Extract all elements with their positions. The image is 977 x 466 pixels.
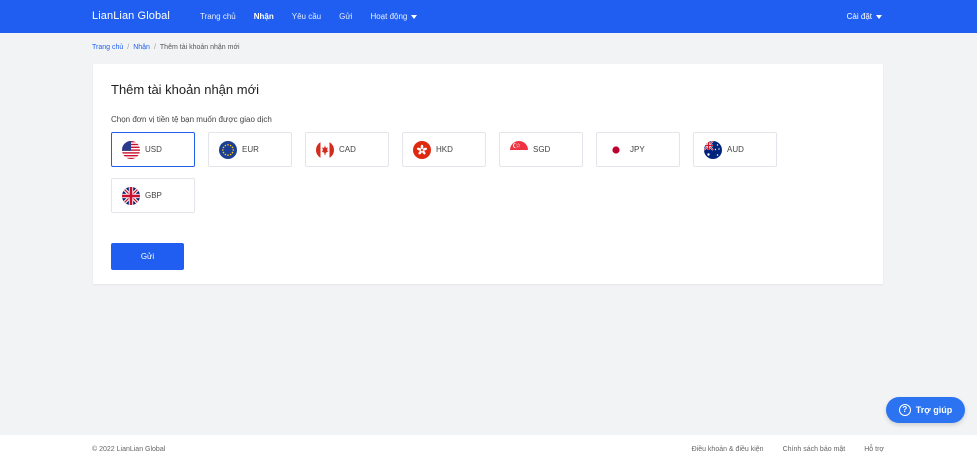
australia-flag-icon (704, 140, 722, 159)
submit-button[interactable]: Gửi (111, 243, 184, 270)
breadcrumb-separator: / (127, 44, 130, 51)
currency-option-hkd[interactable]: HKD (402, 132, 486, 167)
currency-prompt: Chọn đơn vị tiền tệ bạn muốn được giao d… (111, 115, 272, 124)
canada-flag-icon (316, 140, 334, 159)
currency-option-jpy[interactable]: JPY (596, 132, 680, 167)
currency-code: SGD (533, 145, 551, 154)
footer-link-privacy[interactable]: Chính sách bảo mật (783, 446, 846, 453)
top-navbar: LianLian Global Trang chủ Nhận Yêu cầu G… (0, 0, 977, 33)
currency-code: GBP (145, 191, 162, 200)
copyright: © 2022 LianLian Global (92, 446, 166, 453)
nav-request[interactable]: Yêu cầu (283, 0, 330, 33)
settings-menu[interactable]: Cài đặt (847, 0, 882, 33)
help-label: Trợ giúp (915, 405, 953, 415)
uk-flag-icon (122, 186, 140, 205)
breadcrumb-receive[interactable]: Nhận (133, 44, 150, 51)
breadcrumb: Trang chủ / Nhận / Thêm tài khoản nhận mới (92, 44, 240, 51)
settings-label: Cài đặt (846, 12, 872, 21)
nav-activity[interactable]: Hoạt động (361, 0, 426, 33)
nav-activity-label: Hoạt động (370, 12, 408, 21)
eu-flag-icon (219, 140, 237, 159)
singapore-flag-icon (510, 140, 528, 159)
currency-code: HKD (436, 145, 453, 154)
breadcrumb-current: Thêm tài khoản nhận mới (159, 44, 240, 51)
question-icon: ? (898, 404, 911, 416)
currency-option-eur[interactable]: EUR (208, 132, 292, 167)
japan-flag-icon (607, 140, 625, 159)
breadcrumb-home[interactable]: Trang chủ (92, 44, 123, 51)
main-nav: Trang chủ Nhận Yêu cầu Gửi Hoạt động (200, 0, 426, 33)
us-flag-icon (122, 140, 140, 159)
currency-option-usd[interactable]: USD (111, 132, 195, 167)
nav-home[interactable]: Trang chủ (200, 0, 245, 33)
currency-option-aud[interactable]: AUD (693, 132, 777, 167)
footer-link-support[interactable]: Hỗ trợ (864, 446, 884, 453)
currency-code: USD (145, 145, 162, 154)
currency-option-sgd[interactable]: SGD (499, 132, 583, 167)
chevron-down-icon (411, 14, 418, 19)
chevron-down-icon (876, 14, 882, 19)
currency-option-gbp[interactable]: GBP (111, 178, 195, 213)
help-button[interactable]: ? Trợ giúp (886, 397, 965, 423)
currency-code: AUD (727, 145, 744, 154)
footer-link-terms[interactable]: Điều khoản & điều kiện (692, 446, 764, 453)
breadcrumb-separator: / (153, 44, 156, 51)
nav-receive[interactable]: Nhận (245, 0, 283, 33)
currency-code: CAD (339, 145, 356, 154)
add-account-card: Thêm tài khoản nhận mới Chọn đơn vị tiền… (93, 64, 883, 284)
logo[interactable]: LianLian Global (92, 10, 170, 22)
currency-code: EUR (242, 145, 259, 154)
footer: © 2022 LianLian Global Điều khoản & điều… (0, 435, 977, 466)
page-title: Thêm tài khoản nhận mới (111, 82, 259, 97)
currency-code: JPY (630, 145, 645, 154)
nav-send[interactable]: Gửi (330, 0, 361, 33)
currency-option-cad[interactable]: CAD (305, 132, 389, 167)
hong-kong-flag-icon (413, 140, 431, 159)
footer-links: Điều khoản & điều kiện Chính sách bảo mậ… (692, 446, 884, 453)
